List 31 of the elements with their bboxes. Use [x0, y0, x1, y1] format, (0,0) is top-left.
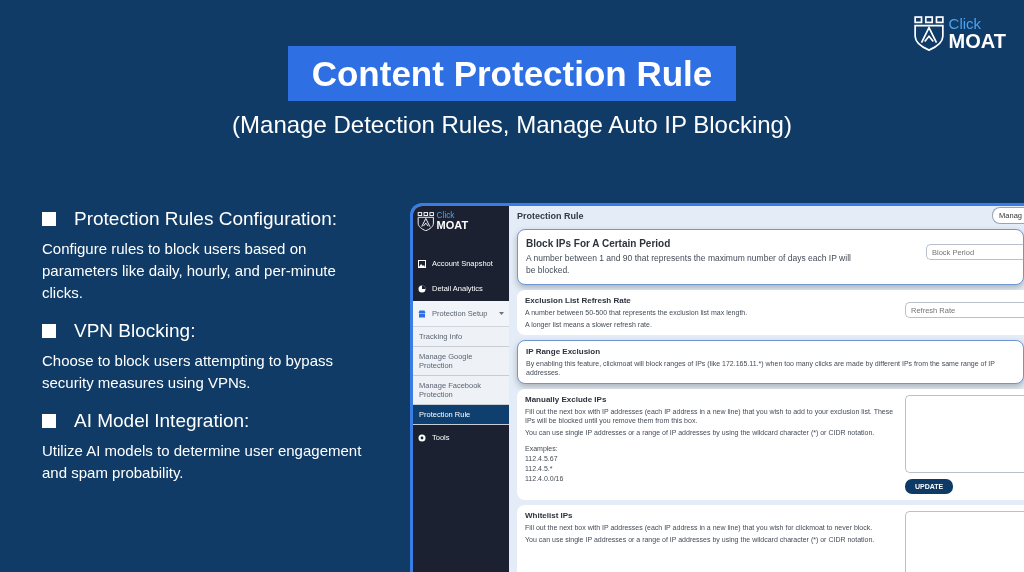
logo-moat-text: MOAT — [948, 31, 1006, 52]
caret-icon — [499, 311, 504, 316]
card-description: A number between 1 and 90 that represents the maximum number of days each IP will be blocked. — [526, 252, 852, 276]
bullet-square — [42, 324, 56, 338]
feature-description: Configure rules to block users based on parameters like daily, hourly, and per-minute clicks. — [42, 239, 337, 303]
castle-shield-icon — [912, 16, 945, 52]
logo-click-text: Click — [436, 212, 456, 221]
logo-click-text: Click — [948, 16, 983, 32]
feature-heading: AI Model Integration: — [74, 410, 250, 432]
card-title: Whitelist IPs — [525, 511, 574, 520]
image-icon — [418, 259, 426, 268]
text-area[interactable] — [905, 395, 1024, 473]
card-title: Manually Exclude IPs — [525, 395, 608, 404]
feature-description: Choose to block users attempting to bypass security measures using VPNs. — [42, 351, 334, 393]
storefront-icon — [418, 309, 426, 318]
slide-title: Content Protection Rule — [287, 46, 737, 101]
feature-heading: VPN Blocking: — [74, 320, 196, 342]
card-title: Exclusion List Refresh Rate — [525, 296, 632, 305]
feature-heading: Protection Rules Configuration: — [74, 208, 337, 230]
pie-chart-icon — [418, 284, 426, 293]
bullet-square — [42, 212, 56, 226]
bullet-square — [42, 414, 56, 428]
logo-moat-text: MOAT — [436, 220, 469, 232]
feature-description: Utilize AI models to determine user engagement and spam probability. — [42, 441, 362, 483]
castle-shield-icon — [417, 212, 435, 232]
slide-subtitle: (Manage Detection Rules, Manage Auto IP Blocking) — [232, 111, 792, 139]
card-title: IP Range Exclusion — [526, 347, 602, 356]
card-title: Block IPs For A Certain Period — [526, 238, 672, 249]
text-area[interactable] — [905, 511, 1024, 572]
settings-icon — [418, 433, 426, 442]
page-title: Protection Rule — [517, 210, 584, 221]
